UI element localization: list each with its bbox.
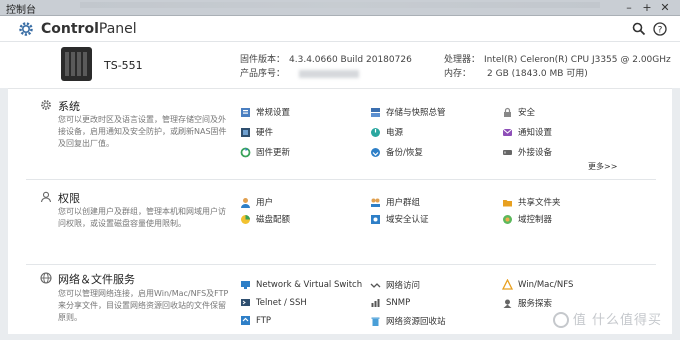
domain-controller-icon — [503, 214, 512, 224]
firmware-update-icon — [240, 147, 251, 157]
section-description: 您可以创建用户及群组，管理本机和网域用户访问权限，或设置磁盘容量使用限制。 — [58, 207, 226, 228]
help-icon[interactable]: ? — [653, 22, 667, 36]
gear-icon — [19, 22, 33, 36]
network-switch-icon — [241, 281, 250, 289]
redacted-serial — [299, 69, 360, 78]
item-win-mac-nfs[interactable]: Win/Mac/NFS — [502, 279, 573, 290]
section-divider — [26, 264, 656, 265]
shared-folder-icon — [503, 199, 512, 206]
item-security[interactable]: 安全 — [502, 106, 535, 118]
item-hardware[interactable]: 硬件 — [240, 126, 273, 138]
recycle-bin-icon — [371, 317, 380, 326]
settings-panel: 系统 您可以更改时区及语言设置，管理存储空间及外接设备，启用通知及安全防护，或刷… — [8, 88, 672, 334]
item-domain-security[interactable]: 域安全认证 — [370, 213, 429, 225]
network-access-icon — [370, 282, 381, 288]
window-title-bar: 控制台 – + ✕ — [0, 0, 680, 16]
item-firmware-update[interactable]: 固件更新 — [240, 146, 290, 158]
section-title: 权限 — [58, 192, 80, 205]
svg-text:?: ? — [658, 26, 663, 36]
close-icon[interactable]: ✕ — [658, 0, 672, 15]
section-title: 网络＆文件服务 — [58, 273, 135, 286]
power-icon — [371, 127, 380, 137]
users-icon — [241, 197, 250, 208]
disk-quota-icon — [241, 214, 250, 224]
item-snmp[interactable]: SNMP — [370, 297, 410, 308]
terminal-icon — [241, 299, 250, 306]
blurred-taskbar — [80, 2, 600, 8]
item-domain-controller[interactable]: 域控制器 — [502, 213, 552, 225]
item-ftp[interactable]: FTP — [240, 315, 271, 326]
win-mac-nfs-icon — [502, 279, 513, 290]
watermark-logo-icon — [552, 312, 569, 328]
item-disk-quota[interactable]: 磁盘配额 — [240, 213, 290, 225]
external-device-icon — [503, 149, 512, 155]
more-link[interactable]: 更多>> — [588, 161, 617, 172]
item-network-virtual-switch[interactable]: Network & Virtual Switch — [240, 279, 362, 290]
ftp-icon — [241, 316, 250, 325]
domain-security-icon — [371, 214, 380, 224]
snmp-icon — [371, 299, 380, 307]
nas-device-icon — [61, 47, 92, 81]
item-service-discovery[interactable]: 服务探索 — [502, 297, 552, 309]
globe-icon — [40, 272, 52, 284]
window-title: 控制台 — [6, 5, 36, 16]
item-storage-snapshots[interactable]: 存储与快照总管 — [370, 106, 446, 118]
item-users[interactable]: 用户 — [240, 196, 273, 208]
system-gear-icon — [41, 100, 51, 110]
section-divider — [26, 179, 656, 180]
item-telnet-ssh[interactable]: Telnet / SSH — [240, 297, 307, 308]
section-description: 您可以管理网络连接，启用Win/Mac/NFS及FTP来分享文件，目设置网络资源… — [58, 289, 229, 322]
hardware-icon — [241, 127, 250, 137]
device-model: TS-551 — [104, 59, 143, 72]
storage-icon — [371, 107, 380, 117]
lock-icon — [504, 107, 511, 117]
general-settings-icon — [241, 107, 250, 117]
item-shared-folders[interactable]: 共享文件夹 — [502, 196, 561, 208]
memory-info: 内存： 2 GB (1843.0 MB 可用) — [444, 69, 588, 79]
cpu-info: 处理器： Intel(R) Celeron(R) CPU J3355 @ 2.00… — [444, 55, 671, 65]
item-network-access[interactable]: 网络访问 — [370, 279, 420, 291]
user-groups-icon — [371, 198, 380, 207]
section-description: 您可以更改时区及语言设置，管理存储空间及外接设备，启用通知及安全防护，或刷新NA… — [58, 115, 227, 148]
app-header: ControlPanel ? — [0, 16, 680, 42]
item-user-groups[interactable]: 用户群组 — [370, 196, 420, 208]
serial-info: 产品序号： — [240, 66, 360, 79]
item-general-settings[interactable]: 常规设置 — [240, 106, 290, 118]
user-icon — [40, 191, 52, 203]
minimize-icon[interactable]: – — [622, 0, 636, 15]
section-title: 系统 — [58, 100, 80, 113]
service-discovery-icon — [503, 299, 512, 308]
device-info: TS-551 固件版本： 4.3.4.0660 Build 20180726 产品… — [0, 42, 680, 88]
notification-icon — [502, 128, 513, 136]
search-icon[interactable] — [632, 22, 646, 36]
backup-icon — [371, 147, 380, 157]
item-power[interactable]: 电源 — [370, 126, 403, 138]
item-notifications[interactable]: 通知设置 — [502, 126, 552, 138]
maximize-icon[interactable]: + — [640, 0, 654, 15]
firmware-info: 固件版本： 4.3.4.0660 Build 20180726 — [240, 55, 412, 65]
item-external-devices[interactable]: 外接设备 — [502, 146, 552, 158]
watermark: 值 什么值得买 — [552, 309, 662, 328]
app-title: ControlPanel — [41, 21, 137, 37]
item-backup-restore[interactable]: 备份/恢复 — [370, 146, 423, 158]
item-network-recycle-bin[interactable]: 网络资源回收站 — [370, 315, 446, 327]
